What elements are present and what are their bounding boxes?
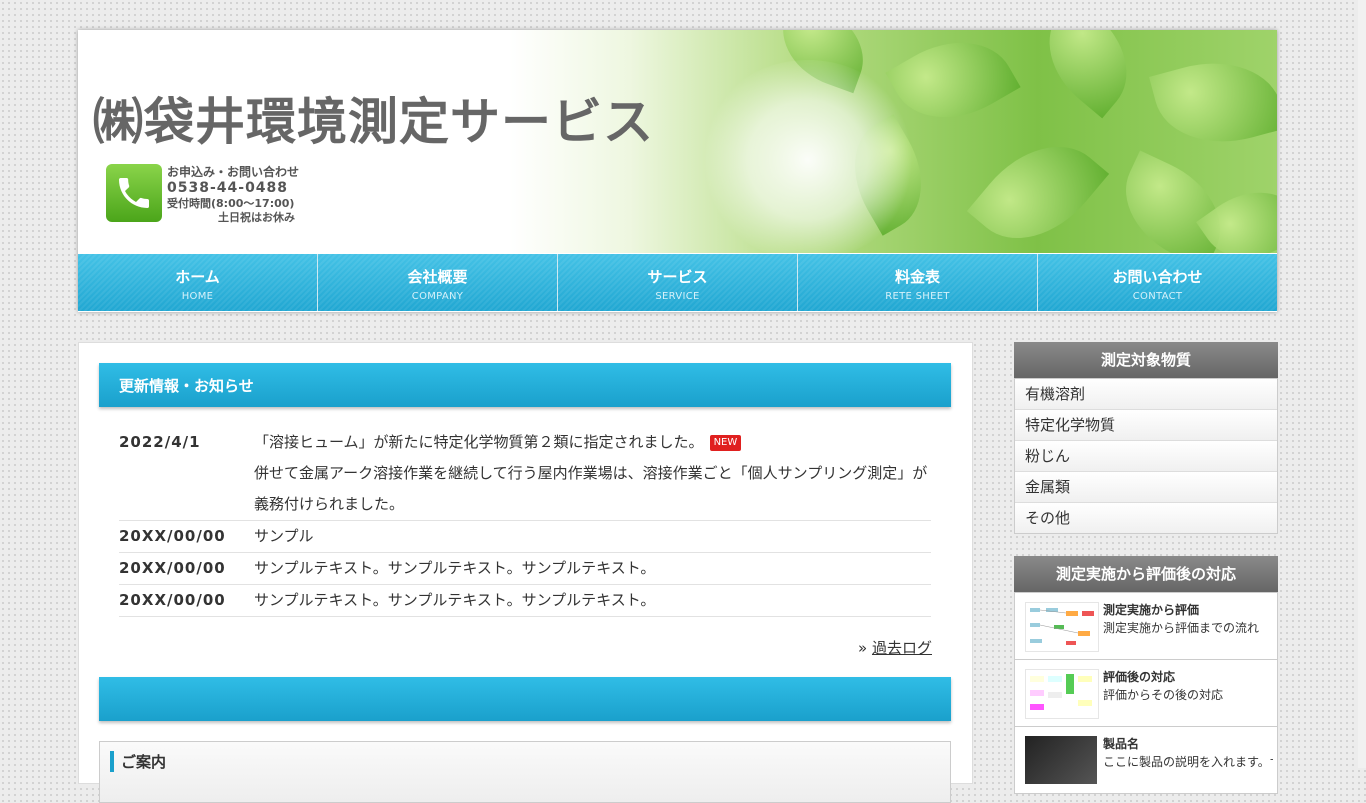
news-text-line: 併せて金属アーク溶接作業を継続して行う屋内作業場は、溶接作業ごと「個人サンプリン… (254, 464, 928, 482)
contact-info: お申込み・お問い合わせ 0538-44-0488 受付時間(8:00～17:00… (167, 165, 299, 225)
nav-sublabel: SERVICE (655, 291, 700, 302)
nav-label: サービス (647, 268, 708, 286)
leaf-decoration (966, 119, 1110, 253)
nav-sublabel: CONTACT (1132, 291, 1183, 302)
nav-sublabel: COMPANY (411, 291, 464, 302)
header-banner: ㈱袋井環境測定サービス お申込み・お問い合わせ 0538-44-0488 受付時… (78, 30, 1277, 253)
news-item: 20XX/00/00 サンプルテキスト。サンプルテキスト。サンプルテキスト。 (119, 585, 931, 617)
substances-menu: 有機溶剤 特定化学物質 粉じん 金属類 その他 (1014, 378, 1278, 534)
sun-flare (698, 60, 918, 253)
site-header: ㈱袋井環境測定サービス お申込み・お問い合わせ 0538-44-0488 受付時… (78, 30, 1277, 312)
nav-label: 会社概要 (407, 268, 468, 286)
news-date: 2022/4/1 (119, 433, 201, 451)
substance-metals[interactable]: 金属類 (1015, 471, 1277, 502)
news-section-header: 更新情報・お知らせ (99, 363, 951, 407)
news-date: 20XX/00/00 (119, 527, 226, 545)
news-text: サンプル (254, 527, 314, 545)
card-product[interactable]: 製品名 ここに製品の説明を入れます。サ (1015, 726, 1277, 793)
nav-label: お問い合わせ (1112, 268, 1203, 286)
response-cards: 測定実施から評価 測定実施から評価までの流れ 評価後の対応 評価からその後の対応… (1014, 592, 1278, 794)
news-text: サンプルテキスト。サンプルテキスト。サンプルテキスト。 (254, 559, 656, 577)
empty-section-header (99, 677, 951, 721)
nav-rate-sheet[interactable]: 料金表 RETE SHEET (798, 254, 1038, 311)
nav-label: 料金表 (894, 268, 940, 286)
card-title: 測定実施から評価 (1103, 603, 1200, 617)
past-log-prefix: » (858, 639, 868, 657)
news-item: 2022/4/1 「溶接ヒューム」が新たに特定化学物質第２類に指定されました。 N… (119, 427, 931, 521)
past-log: » 過去ログ (858, 637, 932, 658)
guide-title: ご案内 (110, 751, 166, 772)
news-text-line: 義務付けられました。 (254, 495, 405, 513)
news-item: 20XX/00/00 サンプルテキスト。サンプルテキスト。サンプルテキスト。 (119, 553, 931, 585)
news-title: 更新情報・お知らせ (119, 377, 254, 395)
substance-dust[interactable]: 粉じん (1015, 440, 1277, 471)
leaf-decoration (1025, 30, 1151, 119)
nav-sublabel: RETE SHEET (885, 291, 950, 302)
new-badge: NEW (709, 435, 742, 451)
card-desc: 測定実施から評価までの流れ (1103, 621, 1260, 635)
nav-company[interactable]: 会社概要 COMPANY (318, 254, 558, 311)
card-post-evaluation[interactable]: 評価後の対応 評価からその後の対応 (1015, 659, 1277, 726)
card-title: 製品名 (1103, 737, 1140, 751)
company-logo[interactable]: ㈱袋井環境測定サービス (93, 82, 654, 154)
phone-icon (106, 164, 162, 222)
card-measurement-flow[interactable]: 測定実施から評価 測定実施から評価までの流れ (1015, 593, 1277, 659)
diagram-thumbnail (1025, 669, 1099, 719)
closed-days: 土日祝はお休み (218, 211, 295, 224)
substances-header: 測定対象物質 (1014, 342, 1278, 378)
news-text-line: 「溶接ヒューム」が新たに特定化学物質第２類に指定されました。 (254, 433, 704, 451)
news-item: 20XX/00/00 サンプル (119, 521, 931, 553)
nav-home[interactable]: ホーム HOME (78, 254, 318, 311)
nav-sublabel: HOME (181, 291, 214, 302)
leaf-decoration (1149, 45, 1277, 160)
news-date: 20XX/00/00 (119, 559, 226, 577)
news-date: 20XX/00/00 (119, 591, 226, 609)
business-hours: 受付時間(8:00～17:00) (167, 197, 295, 210)
nav-contact[interactable]: お問い合わせ CONTACT (1038, 254, 1277, 311)
nav-service[interactable]: サービス SERVICE (558, 254, 798, 311)
main-content: 更新情報・お知らせ 2022/4/1 「溶接ヒューム」が新たに特定化学物質第２類… (78, 342, 973, 803)
phone-number[interactable]: 0538-44-0488 (167, 180, 299, 197)
substance-specified-chemical[interactable]: 特定化学物質 (1015, 409, 1277, 440)
substance-organic-solvent[interactable]: 有機溶剤 (1015, 379, 1277, 409)
news-list: 2022/4/1 「溶接ヒューム」が新たに特定化学物質第２類に指定されました。 N… (119, 427, 931, 617)
news-text: サンプルテキスト。サンプルテキスト。サンプルテキスト。 (254, 591, 656, 609)
product-thumbnail (1025, 736, 1097, 784)
flowchart-thumbnail (1025, 602, 1099, 652)
substance-other[interactable]: その他 (1015, 502, 1277, 533)
page-scrollbar[interactable] (1358, 0, 1366, 768)
nav-label: ホーム (175, 268, 220, 286)
guide-box: ご案内 (99, 741, 951, 803)
contact-heading: お申込み・お問い合わせ (167, 165, 300, 179)
card-desc: ここに製品の説明を入れます。サ (1103, 755, 1273, 769)
news-text: 「溶接ヒューム」が新たに特定化学物質第２類に指定されました。 NEW 併せて金属ア… (254, 427, 931, 520)
response-header: 測定実施から評価後の対応 (1014, 556, 1278, 592)
global-nav: ホーム HOME 会社概要 COMPANY サービス SERVICE 料金表 RETE … (78, 253, 1277, 312)
past-log-link[interactable]: 過去ログ (872, 639, 932, 657)
card-desc: 評価からその後の対応 (1103, 688, 1224, 702)
card-title: 評価後の対応 (1103, 670, 1176, 684)
